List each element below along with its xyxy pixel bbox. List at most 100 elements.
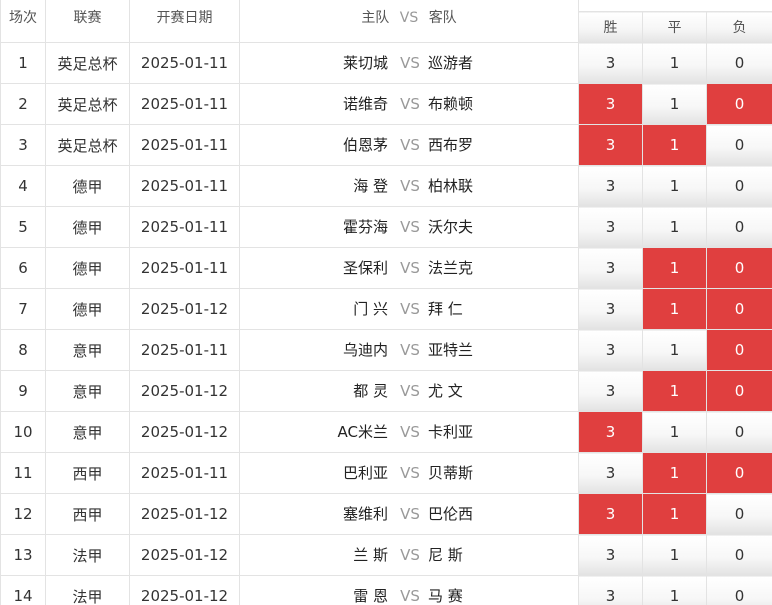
vs-label: VS <box>400 505 420 523</box>
option-draw[interactable]: 1 <box>642 452 707 494</box>
start-date: 2025-01-12 <box>129 534 240 576</box>
vs-label: VS <box>400 341 420 359</box>
option-draw[interactable]: 1 <box>642 83 707 125</box>
start-date: 2025-01-11 <box>129 165 240 207</box>
match-no: 8 <box>0 329 46 371</box>
vs-label: VS <box>400 546 420 564</box>
option-draw[interactable]: 1 <box>642 575 707 605</box>
option-lose[interactable]: 0 <box>705 42 772 84</box>
match-no: 12 <box>0 493 46 535</box>
table-row: 10 意甲 2025-01-12 AC米兰 VS 卡利亚 3 1 0 <box>0 411 772 453</box>
option-lose[interactable]: 0 <box>705 83 772 125</box>
vs-label: VS <box>400 177 420 195</box>
option-draw[interactable]: 1 <box>642 411 707 453</box>
option-draw[interactable]: 1 <box>642 288 707 330</box>
away-team: 西布罗 <box>428 136 474 154</box>
match-teams: AC米兰 VS 卡利亚 <box>239 411 579 453</box>
option-lose[interactable]: 0 <box>705 247 772 289</box>
option-draw[interactable]: 1 <box>642 124 707 166</box>
option-lose[interactable]: 0 <box>705 452 772 494</box>
away-team: 沃尔夫 <box>428 218 474 236</box>
match-no: 14 <box>0 575 46 605</box>
match-no: 6 <box>0 247 46 289</box>
match-no: 11 <box>0 452 46 494</box>
league: 法甲 <box>45 534 130 576</box>
table-header: 场次 联赛 开赛日期 主队 VS 客队 胜 平 负 <box>0 0 772 43</box>
match-table: 场次 联赛 开赛日期 主队 VS 客队 胜 平 负 1 英足总杯 2025-01-1… <box>0 0 772 605</box>
match-teams: 雷 恩 VS 马 赛 <box>239 575 579 605</box>
option-draw[interactable]: 1 <box>642 329 707 371</box>
option-lose[interactable]: 0 <box>705 411 772 453</box>
option-win[interactable]: 3 <box>578 42 643 84</box>
match-no: 4 <box>0 165 46 207</box>
option-win[interactable]: 3 <box>578 411 643 453</box>
header-home-team: 主队 <box>361 10 390 26</box>
option-draw[interactable]: 1 <box>642 247 707 289</box>
home-team: 圣保利 <box>342 259 388 277</box>
option-lose[interactable]: 0 <box>705 206 772 248</box>
option-draw[interactable]: 1 <box>642 165 707 207</box>
league: 西甲 <box>45 493 130 535</box>
option-win[interactable]: 3 <box>578 165 643 207</box>
option-draw[interactable]: 1 <box>642 206 707 248</box>
option-draw[interactable]: 1 <box>642 370 707 412</box>
option-win[interactable]: 3 <box>578 575 643 605</box>
option-win[interactable]: 3 <box>578 493 643 535</box>
option-draw[interactable]: 1 <box>642 493 707 535</box>
league: 德甲 <box>45 165 130 207</box>
header-match-no: 场次 <box>0 0 46 43</box>
start-date: 2025-01-11 <box>129 452 240 494</box>
vs-label: VS <box>400 259 420 277</box>
vs-label: VS <box>400 423 420 441</box>
header-teams: 主队 VS 客队 <box>239 0 579 43</box>
home-team: 巴利亚 <box>342 464 388 482</box>
option-lose[interactable]: 0 <box>705 493 772 535</box>
option-win[interactable]: 3 <box>578 83 643 125</box>
match-teams: 乌迪内 VS 亚特兰 <box>239 329 579 371</box>
option-win[interactable]: 3 <box>578 452 643 494</box>
option-lose[interactable]: 0 <box>705 124 772 166</box>
option-lose[interactable]: 0 <box>705 534 772 576</box>
vs-label: VS <box>400 218 420 236</box>
table-row: 5 德甲 2025-01-11 霍芬海 VS 沃尔夫 3 1 0 <box>0 206 772 248</box>
league: 英足总杯 <box>45 83 130 125</box>
option-lose[interactable]: 0 <box>705 575 772 605</box>
home-team: 门 兴 <box>353 300 388 318</box>
match-no: 1 <box>0 42 46 84</box>
table-row: 12 西甲 2025-01-12 塞维利 VS 巴伦西 3 1 0 <box>0 493 772 535</box>
vs-label: VS <box>400 382 420 400</box>
option-lose[interactable]: 0 <box>705 288 772 330</box>
option-win[interactable]: 3 <box>578 206 643 248</box>
match-no: 13 <box>0 534 46 576</box>
vs-label: VS <box>400 54 420 72</box>
start-date: 2025-01-11 <box>129 247 240 289</box>
away-team: 卡利亚 <box>428 423 474 441</box>
option-win[interactable]: 3 <box>578 288 643 330</box>
vs-label: VS <box>400 300 420 318</box>
away-team: 柏林联 <box>428 177 474 195</box>
option-win[interactable]: 3 <box>578 534 643 576</box>
table-body: 1 英足总杯 2025-01-11 莱切城 VS 巡游者 3 1 0 2 英足总杯 2025-01-1… <box>0 42 772 605</box>
away-team: 巴伦西 <box>428 505 474 523</box>
option-lose[interactable]: 0 <box>705 165 772 207</box>
match-no: 5 <box>0 206 46 248</box>
option-draw[interactable]: 1 <box>642 534 707 576</box>
option-win[interactable]: 3 <box>578 124 643 166</box>
league: 意甲 <box>45 370 130 412</box>
league: 德甲 <box>45 288 130 330</box>
header-league: 联赛 <box>45 0 130 43</box>
league: 法甲 <box>45 575 130 605</box>
option-win[interactable]: 3 <box>578 247 643 289</box>
start-date: 2025-01-12 <box>129 411 240 453</box>
option-win[interactable]: 3 <box>578 370 643 412</box>
option-draw[interactable]: 1 <box>642 42 707 84</box>
vs-label: VS <box>400 136 420 154</box>
start-date: 2025-01-11 <box>129 329 240 371</box>
option-lose[interactable]: 0 <box>705 329 772 371</box>
league: 英足总杯 <box>45 42 130 84</box>
home-team: 雷 恩 <box>353 587 388 605</box>
option-win[interactable]: 3 <box>578 329 643 371</box>
option-lose[interactable]: 0 <box>705 370 772 412</box>
match-teams: 都 灵 VS 尤 文 <box>239 370 579 412</box>
table-row: 14 法甲 2025-01-12 雷 恩 VS 马 赛 310 <box>0 575 772 605</box>
